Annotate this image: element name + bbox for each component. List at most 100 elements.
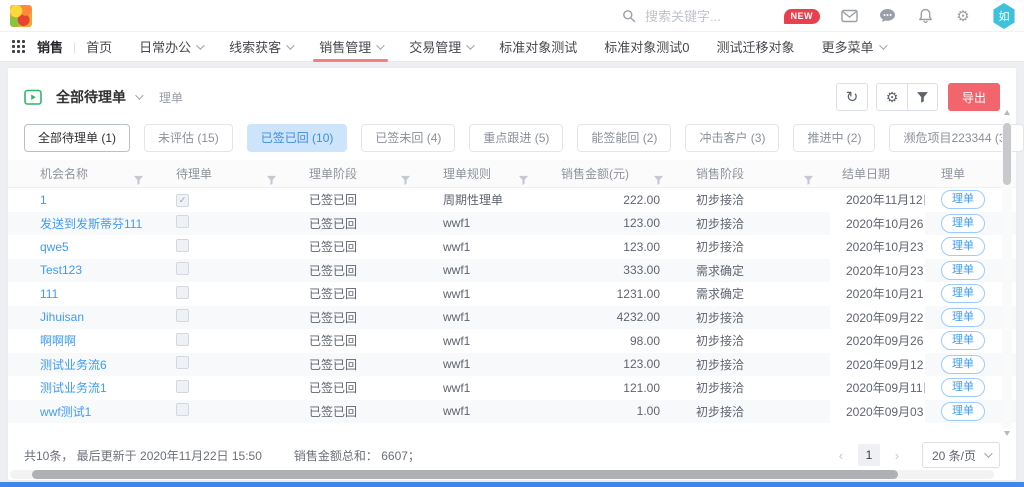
lidan-action-button[interactable]: 理单 (941, 237, 985, 256)
filter-chip[interactable]: 重点跟进 (5) (469, 124, 563, 152)
column-filter-icon[interactable] (653, 168, 664, 187)
nav-item-6[interactable]: 标准对象测试0 (604, 32, 689, 62)
filter-icon (916, 91, 929, 104)
nav-item-3[interactable]: 销售管理 (319, 32, 382, 62)
prev-page-button[interactable]: ‹ (830, 444, 852, 466)
row-checkbox[interactable] (176, 262, 189, 275)
row-checkbox[interactable] (176, 333, 189, 346)
opportunity-link[interactable]: Jihuisan (40, 310, 84, 324)
company-logo[interactable] (10, 5, 32, 27)
chat-icon[interactable] (878, 7, 896, 25)
chevron-down-icon[interactable] (135, 91, 143, 99)
filter-chip[interactable]: 冲击客户 (3) (685, 124, 779, 152)
close-date-cell: 2020年09月22日 (830, 306, 925, 330)
avatar[interactable]: 如 (992, 3, 1016, 29)
nav-item-2[interactable]: 线索获客 (229, 32, 292, 62)
row-checkbox[interactable]: ✓ (176, 194, 189, 207)
table-row: 啊啊啊已签已回wwf198.00初步接洽2020年09月26日理单 (8, 329, 1016, 353)
opportunity-link[interactable]: 啊啊啊 (40, 334, 76, 348)
opportunity-link[interactable]: 测试业务流6 (40, 358, 107, 372)
bell-icon[interactable] (916, 7, 934, 25)
sales-stage-cell: 初步接洽 (680, 403, 830, 420)
column-filter-icon[interactable] (803, 168, 814, 187)
amount-cell: 222.00 (545, 193, 680, 207)
row-checkbox[interactable] (176, 403, 189, 416)
chevron-down-icon (196, 41, 204, 49)
lidan-action-button[interactable]: 理单 (941, 284, 985, 303)
amount-cell: 123.00 (545, 216, 680, 230)
filter-button[interactable] (908, 83, 938, 111)
page-size-select[interactable]: 20 条/页 (922, 442, 1000, 468)
content-card: 全部待理单 理单 ↻ ⚙ 导出 全部待理单 (1) 未评估 (15) 已签已回 (1… (8, 68, 1016, 480)
column-filter-icon[interactable] (400, 168, 411, 187)
lidan-action-button[interactable]: 理单 (941, 190, 985, 209)
opportunity-link[interactable]: Test123 (40, 263, 82, 277)
sales-stage-cell: 初步接洽 (680, 379, 830, 396)
row-checkbox[interactable] (176, 380, 189, 393)
opportunity-link[interactable]: 测试业务流1 (40, 381, 107, 395)
nav-item-4[interactable]: 交易管理 (409, 32, 472, 62)
action-cell: 理单 (925, 214, 1000, 233)
lidan-rule-cell: wwf1 (427, 357, 545, 371)
table-footer: 共10条， 最后更新于 2020年11月22日 15:50 销售金额总和： 66… (8, 430, 1016, 480)
opportunity-name-cell: 111 (8, 287, 160, 301)
close-date-cell: 2020年09月03日 (830, 400, 925, 424)
next-page-button[interactable]: › (886, 444, 908, 466)
row-checkbox[interactable] (176, 215, 189, 228)
export-button[interactable]: 导出 (948, 83, 1000, 111)
scroll-up-arrow[interactable] (1004, 110, 1010, 115)
column-filter-icon[interactable] (518, 168, 529, 187)
table-row: 111已签已回wwf11231.00需求确定2020年10月21日理单 (8, 282, 1016, 306)
chevron-down-icon (879, 41, 887, 49)
nav-item-7[interactable]: 测试迁移对象 (716, 32, 794, 62)
table-row: 1✓已签已回周期性理单222.00初步接洽2020年11月12日理单 (8, 188, 1016, 212)
filter-chip[interactable]: 全部待理单 (1) (24, 124, 130, 152)
vertical-scroll-thumb[interactable] (1003, 123, 1011, 185)
lidan-action-button[interactable]: 理单 (941, 308, 985, 327)
lidan-action-button[interactable]: 理单 (941, 378, 985, 397)
filter-chip[interactable]: 已签已回 (10) (247, 124, 348, 152)
opportunity-link[interactable]: wwf测试1 (40, 405, 91, 419)
app-name[interactable]: 销售 (37, 37, 63, 56)
new-badge[interactable]: NEW (784, 9, 821, 24)
opportunity-name-cell: Jihuisan (8, 310, 160, 324)
row-checkbox[interactable] (176, 309, 189, 322)
filter-chips: 全部待理单 (1) 未评估 (15) 已签已回 (10) 已签未回 (4) 重点跟进 (… (8, 111, 1016, 152)
nav-item-0[interactable]: 首页 (86, 32, 112, 62)
page-title[interactable]: 全部待理单 (56, 87, 126, 107)
page-number[interactable]: 1 (858, 444, 880, 466)
row-checkbox[interactable] (176, 286, 189, 299)
lidan-action-button[interactable]: 理单 (941, 214, 985, 233)
column-header-label: 销售阶段 (696, 167, 744, 181)
amount-cell: 121.00 (545, 381, 680, 395)
refresh-button[interactable]: ↻ (836, 83, 868, 111)
filter-chip[interactable]: 已签未回 (4) (361, 124, 455, 152)
filter-chip[interactable]: 未评估 (15) (144, 124, 233, 152)
app-launcher-icon[interactable] (12, 40, 25, 53)
column-filter-icon[interactable] (133, 168, 144, 187)
lidan-stage-cell: 已签已回 (293, 309, 427, 326)
gear-icon[interactable]: ⚙ (954, 7, 972, 25)
opportunity-link[interactable]: 111 (40, 287, 58, 301)
lidan-action-button[interactable]: 理单 (941, 331, 985, 350)
lidan-action-button[interactable]: 理单 (941, 261, 985, 280)
nav-item-5[interactable]: 标准对象测试 (499, 32, 577, 62)
column-filter-icon[interactable] (266, 168, 277, 187)
opportunity-link[interactable]: qwe5 (40, 240, 69, 254)
row-checkbox[interactable] (176, 356, 189, 369)
filter-chip[interactable]: 能签能回 (2) (577, 124, 671, 152)
vertical-scrollbar[interactable] (1002, 118, 1012, 428)
lidan-stage-cell: 已签已回 (293, 191, 427, 208)
opportunity-link[interactable]: 1 (40, 193, 47, 207)
mail-icon[interactable] (840, 7, 858, 25)
nav-item-8[interactable]: 更多菜单 (821, 32, 884, 62)
opportunity-link[interactable]: 发送到发斯蒂芬111 (40, 217, 142, 231)
filter-chip[interactable]: 推进中 (2) (793, 124, 875, 152)
record-count: 共10条， 最后更新于 2020年11月22日 15:50 (24, 447, 262, 464)
nav-item-1[interactable]: 日常办公 (139, 32, 202, 62)
settings-button[interactable]: ⚙ (876, 83, 908, 111)
row-checkbox[interactable] (176, 239, 189, 252)
lidan-stage-cell: 已签已回 (293, 403, 427, 420)
lidan-action-button[interactable]: 理单 (941, 402, 985, 421)
lidan-action-button[interactable]: 理单 (941, 355, 985, 374)
